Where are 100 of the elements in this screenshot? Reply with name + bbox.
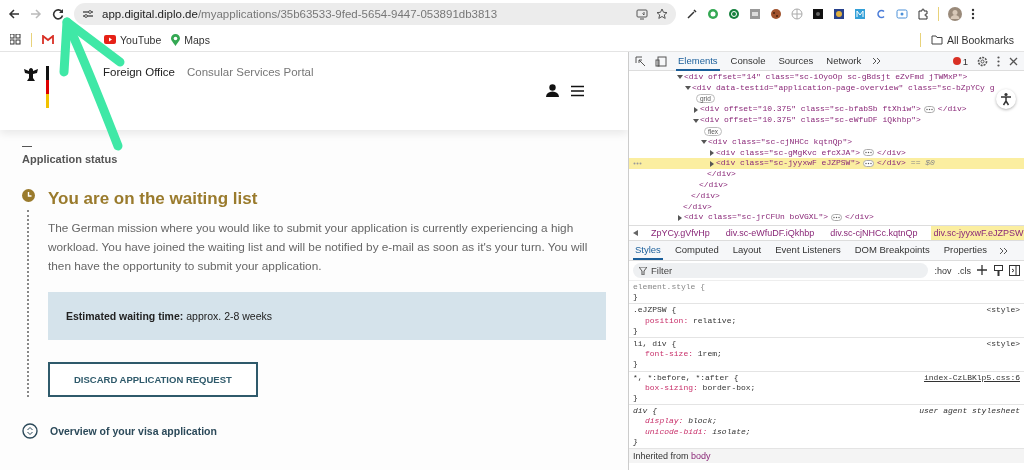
expand-triangle-icon[interactable] (709, 160, 715, 167)
ellipsis-icon[interactable] (863, 160, 875, 168)
breadcrumb[interactable]: div.sc-eWfuDF.iQkhbp (722, 226, 818, 240)
css-brace: } (633, 393, 639, 404)
clock-icon (21, 189, 35, 202)
styles-pane-tab[interactable]: Event Listeners (773, 241, 843, 260)
install-icon[interactable] (636, 8, 648, 20)
accessibility-icon[interactable] (999, 92, 1013, 106)
selected-node-marker: == $0 (910, 158, 935, 170)
css-source[interactable]: index-CzLBKlp5.css:6 (924, 372, 1020, 383)
devtools-tab[interactable]: Console (728, 51, 768, 71)
mail-icon[interactable] (42, 34, 54, 45)
settings-icon[interactable] (977, 55, 988, 67)
dom-node-row[interactable]: <div offset="14" class="sc-iOyoOp sc-gBdsjt eZvFmd jTWMxP"> (629, 72, 1024, 83)
paint-brush-icon[interactable] (994, 265, 1003, 276)
user-icon[interactable] (546, 84, 559, 97)
dom-node-row[interactable]: <div class="sc-cjNHCc kqtnQp"> (629, 136, 1024, 148)
dom-tag: </div> (877, 147, 906, 159)
css-selector: .eJZPSW { (633, 305, 677, 316)
breadcrumb[interactable]: div.sc-cjNHCc.kqtnQp (827, 226, 921, 240)
breadcrumb[interactable]: ZpYCy.gVfvHp (648, 226, 713, 240)
collapse-triangle-icon[interactable] (677, 74, 683, 81)
discard-button[interactable]: DISCARD APPLICATION REQUEST (48, 362, 258, 397)
styles-pane-tab[interactable]: DOM Breakpoints (852, 241, 932, 260)
css-source[interactable]: <style> (986, 305, 1020, 316)
dom-tag: <div offset="10.375" class="sc-bfabSb ftXhiw"> (700, 104, 921, 116)
devtools-tab[interactable]: Network (824, 51, 864, 71)
c-letter-icon[interactable] (875, 8, 887, 20)
styles-pane-tab[interactable]: Computed (672, 241, 721, 260)
reload-icon[interactable] (52, 8, 64, 20)
cookie-icon[interactable] (770, 8, 782, 20)
expand-triangle-icon[interactable] (693, 106, 699, 113)
ring-icon[interactable] (707, 8, 719, 20)
new-rule-icon[interactable] (977, 265, 988, 276)
map-pin-icon (171, 33, 181, 46)
hover-state-toggle[interactable]: :hov (934, 265, 952, 276)
dom-node-row[interactable]: </div> (629, 201, 1024, 213)
eagle-emblem-icon (22, 66, 40, 84)
star-icon[interactable] (656, 8, 668, 20)
site-settings-icon[interactable] (82, 9, 94, 19)
ellipsis-icon[interactable] (831, 214, 843, 222)
breadcrumb[interactable]: div.sc-jyyxwF.eJZPSW (930, 226, 1024, 240)
styles-pane-tab[interactable]: Styles (633, 241, 663, 260)
css-declaration: font-size: 1rem; (644, 349, 723, 360)
dom-node-row[interactable]: </div> (629, 179, 1024, 191)
sidebar-toggle-icon[interactable] (1009, 265, 1020, 276)
styles-pane-tab[interactable]: Properties (941, 241, 990, 260)
dom-tag: </div> (707, 169, 736, 180)
all-bookmarks-button[interactable]: All Bookmarks (930, 33, 1014, 46)
device-toolbar-icon[interactable] (655, 55, 667, 67)
css-source[interactable]: <style> (986, 339, 1020, 350)
expand-triangle-icon[interactable] (677, 214, 683, 221)
eyedropper-icon[interactable] (686, 8, 698, 20)
css-brace: } (633, 436, 639, 448)
puzzle-icon[interactable] (917, 8, 929, 20)
section-label: Application status (22, 153, 119, 165)
more-menu-icon[interactable] (997, 55, 1000, 67)
css-brace: } (633, 359, 639, 370)
g-circle-icon[interactable] (728, 8, 740, 20)
bookmark-link[interactable]: Maps (171, 33, 210, 46)
address-bar[interactable]: app.digital.diplo.de/myapplications/35b63533-9fed-5654-9447-053891db3813 (74, 3, 676, 25)
overview-toggle[interactable]: Overview of your visa application (22, 423, 217, 439)
more-menu-icon[interactable] (971, 8, 975, 20)
inspect-icon[interactable] (635, 55, 646, 67)
dom-node-row[interactable]: <div class="sc-gMgKvc efcXJA"> </div> (629, 147, 1024, 159)
css-declaration: position: relative; (644, 315, 738, 326)
devtools-tab[interactable]: Sources (776, 51, 816, 71)
dom-node-row[interactable]: <div data-testid="application-page-overview" class="sc-bZpYCy g (629, 82, 1024, 94)
devtools-tab[interactable]: Elements (676, 51, 720, 71)
back-arrow-icon[interactable] (8, 8, 20, 20)
expand-triangle-icon[interactable] (709, 149, 715, 156)
styles-pane-tab[interactable]: Layout (730, 241, 764, 260)
dom-node-row[interactable]: </div> (629, 169, 1024, 180)
menu-icon[interactable] (571, 84, 584, 97)
apps-grid-icon[interactable] (10, 34, 21, 45)
dom-node-row[interactable]: <div offset="10.375" class="sc-bfabSb ftXhiw"> </div> (629, 104, 1024, 116)
dom-node-row[interactable]: <div class="sc-jyyxwF eJZPSW"> </div> == $0 (629, 158, 1024, 170)
dom-node-row[interactable]: <div offset="10.375" class="sc-eWfuDF iQkhbp"> (629, 115, 1024, 126)
avatar-icon[interactable] (948, 7, 962, 21)
collapse-triangle-icon[interactable] (701, 139, 707, 146)
m-square-icon[interactable] (854, 8, 866, 20)
collapse-triangle-icon[interactable] (685, 85, 691, 92)
screen-record-icon[interactable] (896, 8, 908, 20)
more-tabs-icon[interactable] (872, 57, 883, 65)
dom-tag: <div class="sc-gMgKvc efcXJA"> (716, 147, 861, 159)
class-toggle[interactable]: .cls (957, 265, 971, 276)
bookmark-link[interactable]: YouTube (104, 33, 162, 46)
dom-node-row[interactable]: </div> (629, 190, 1024, 202)
ellipsis-icon[interactable] (863, 149, 875, 157)
css-selector: element.style { (633, 282, 705, 293)
error-count[interactable]: 1 (952, 55, 968, 67)
filter-field[interactable]: Filter (633, 263, 929, 278)
close-icon[interactable] (1009, 56, 1018, 66)
collapse-triangle-icon[interactable] (693, 117, 699, 124)
more-tabs-icon[interactable] (999, 246, 1010, 255)
dom-node-row[interactable]: <div class="sc-jrCFUn boVGXL"> </div> (629, 212, 1024, 224)
video-play-icon (104, 35, 116, 44)
waiting-time-notice: Estimated waiting time: approx. 2-8 weeks (48, 292, 606, 340)
scroll-left-icon[interactable] (633, 230, 638, 236)
ellipsis-icon[interactable] (923, 106, 935, 114)
